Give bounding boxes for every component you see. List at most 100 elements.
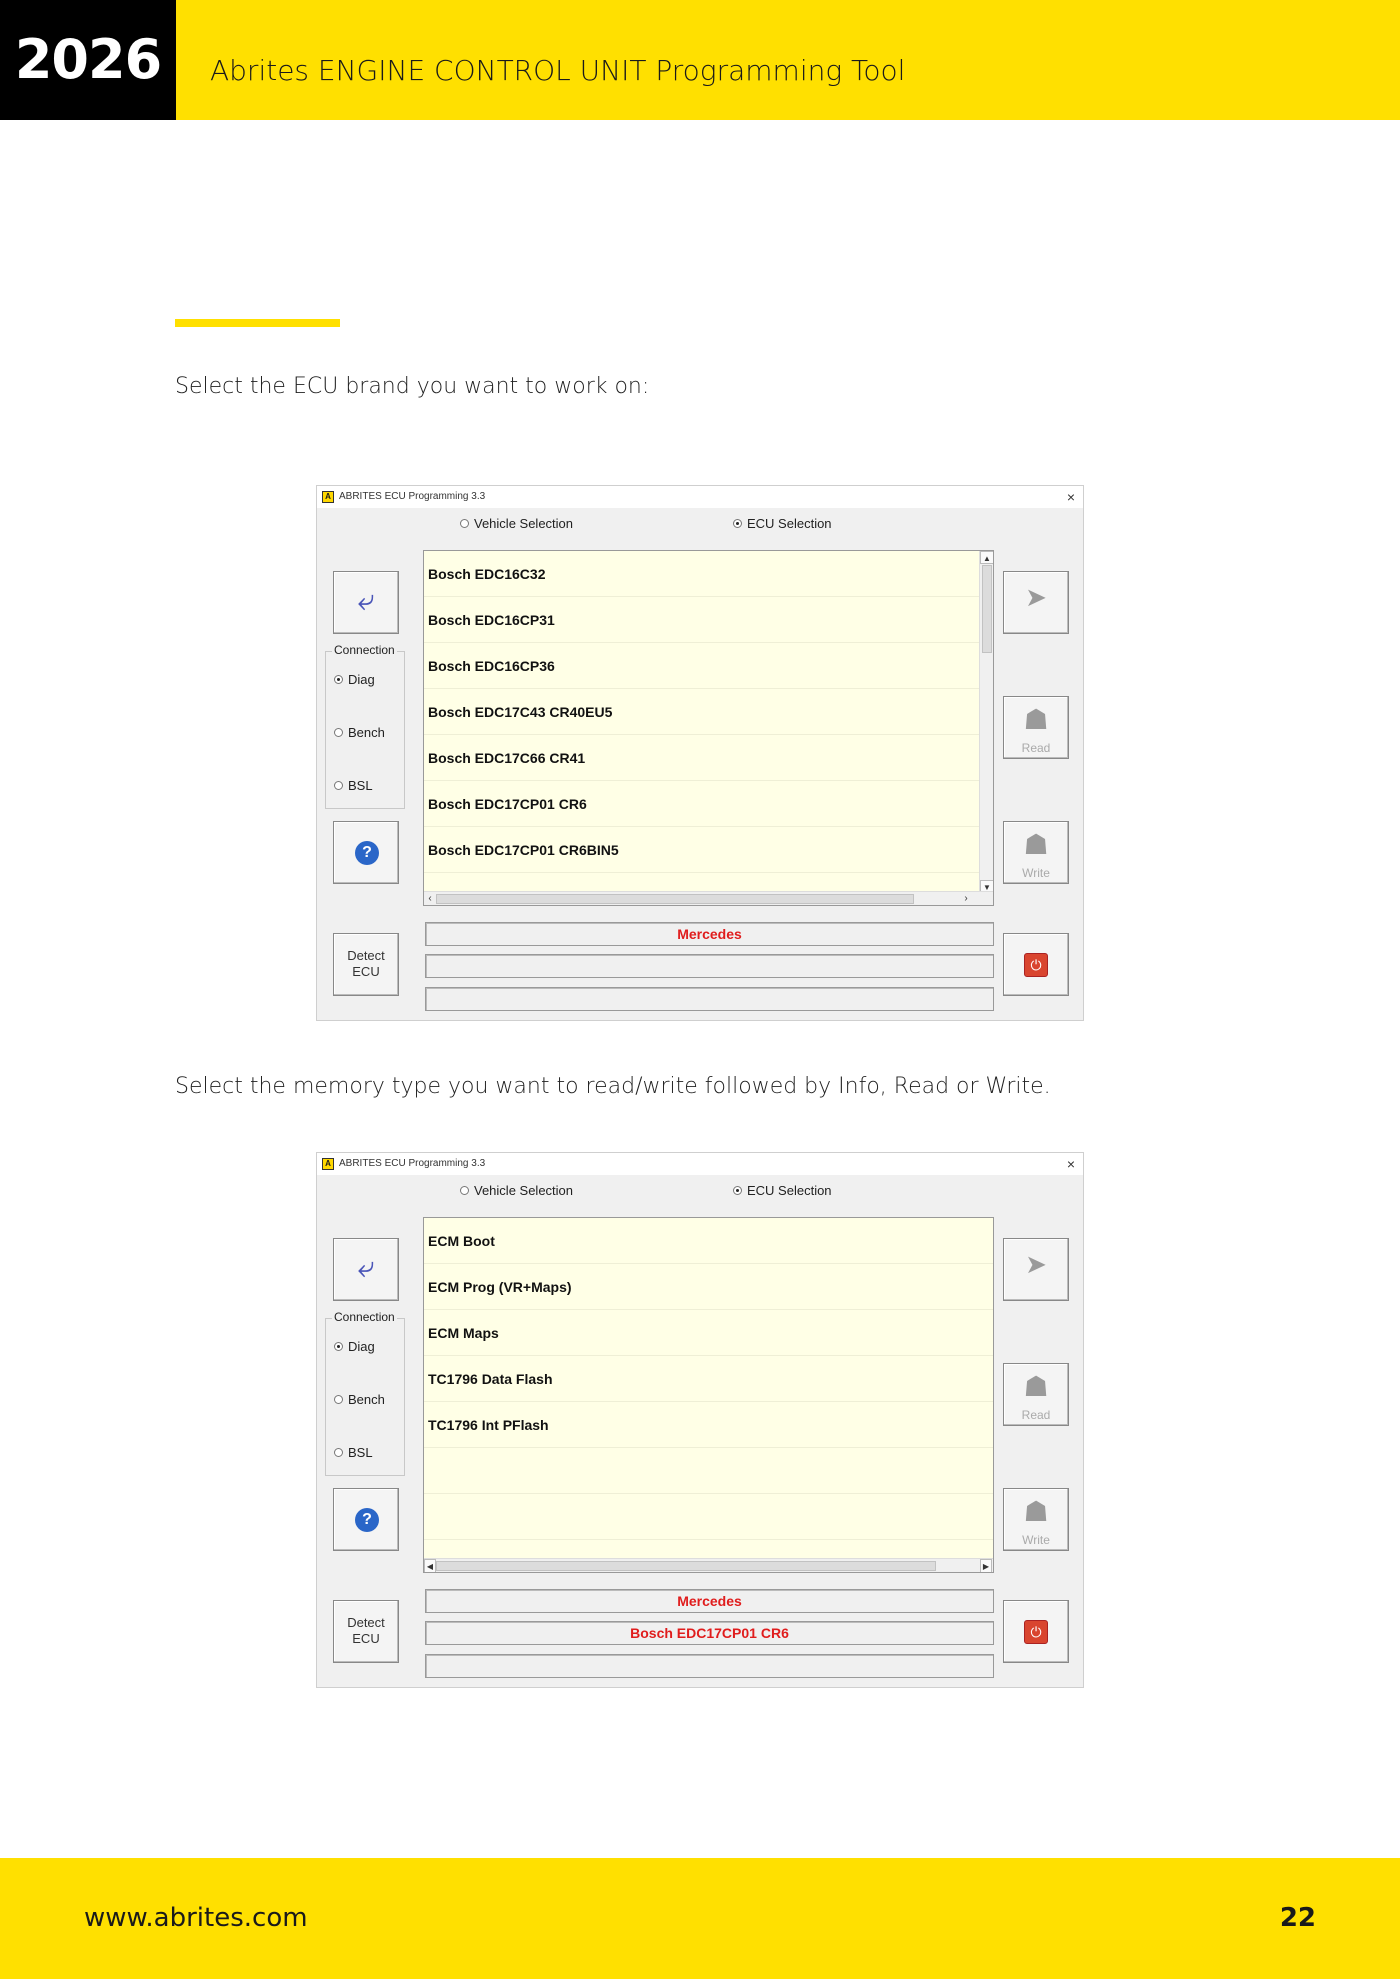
back-button[interactable]: ⤶ bbox=[333, 1238, 399, 1301]
radio-ecu-selection[interactable]: ECU Selection bbox=[733, 1183, 832, 1198]
list-item[interactable]: ECM Boot bbox=[424, 1218, 993, 1264]
radio-diag[interactable]: Diag bbox=[334, 1339, 375, 1354]
close-icon[interactable]: × bbox=[1067, 1153, 1075, 1175]
scroll-left-icon[interactable]: ‹ bbox=[424, 892, 436, 905]
radio-off-icon bbox=[334, 781, 343, 791]
status-field-ecu bbox=[425, 954, 994, 978]
ecu-window-brand: A ABRITES ECU Programming 3.3 × Vehicle … bbox=[316, 485, 1084, 1021]
write-button[interactable]: ☗ Write bbox=[1003, 821, 1069, 884]
list-item[interactable]: Bosch EDC17CP01 CR6BIN5 bbox=[424, 827, 993, 873]
scroll-up-icon[interactable]: ▲ bbox=[980, 551, 993, 564]
radio-on-icon bbox=[334, 675, 343, 685]
vertical-scrollbar[interactable]: ▲ ▼ bbox=[979, 551, 993, 893]
radio-off-icon bbox=[334, 1395, 343, 1405]
status-field-extra bbox=[425, 1654, 994, 1678]
window-titlebar: A ABRITES ECU Programming 3.3 × bbox=[317, 1153, 1083, 1175]
horizontal-scrollbar[interactable]: ◀ ▶ bbox=[424, 1558, 993, 1572]
page-footer: www.abrites.com 22 bbox=[0, 1858, 1400, 1979]
radio-bench[interactable]: Bench bbox=[334, 725, 385, 740]
forward-arrow-icon: ➤ bbox=[1025, 1249, 1047, 1279]
help-button[interactable]: ? bbox=[333, 821, 399, 884]
read-chip-icon: ☗ bbox=[1023, 1371, 1049, 1402]
read-button[interactable]: ☗ Read bbox=[1003, 696, 1069, 759]
list-item[interactable]: ECM Maps bbox=[424, 1310, 993, 1356]
scroll-right-icon[interactable]: ▶ bbox=[980, 1559, 992, 1572]
write-button[interactable]: ☗ Write bbox=[1003, 1488, 1069, 1551]
read-button[interactable]: ☗ Read bbox=[1003, 1363, 1069, 1426]
radio-on-icon bbox=[733, 1186, 742, 1196]
write-chip-icon: ☗ bbox=[1023, 829, 1049, 860]
caption-select-memory: Select the memory type you want to read/… bbox=[175, 1074, 1051, 1099]
ecu-window-memory: A ABRITES ECU Programming 3.3 × Vehicle … bbox=[316, 1152, 1084, 1688]
power-button[interactable]: ⏻ bbox=[1003, 933, 1069, 996]
radio-bench[interactable]: Bench bbox=[334, 1392, 385, 1407]
forward-button[interactable]: ➤ bbox=[1003, 571, 1069, 634]
radio-vehicle-selection[interactable]: Vehicle Selection bbox=[460, 1183, 573, 1198]
connection-group: Connection Diag Bench BSL bbox=[325, 1310, 405, 1476]
close-icon[interactable]: × bbox=[1067, 486, 1075, 508]
status-field-brand: Mercedes bbox=[425, 922, 994, 946]
connection-label: Connection bbox=[332, 1310, 397, 1324]
radio-off-icon bbox=[460, 519, 469, 529]
list-item[interactable]: TC1796 Data Flash bbox=[424, 1356, 993, 1402]
ecu-brand-list[interactable]: Bosch EDC16C32 Bosch EDC16CP31 Bosch EDC16… bbox=[423, 550, 994, 906]
footer-url[interactable]: www.abrites.com bbox=[84, 1858, 308, 1979]
scroll-thumb[interactable] bbox=[436, 1561, 936, 1571]
list-item[interactable]: Bosch EDC17C66 CR41 bbox=[424, 735, 993, 781]
status-field-brand: Mercedes bbox=[425, 1589, 994, 1613]
header-title: Abrites ENGINE CONTROL UNIT Programming … bbox=[210, 54, 906, 87]
help-button[interactable]: ? bbox=[333, 1488, 399, 1551]
list-item[interactable]: Bosch EDC17CP01 CR6 bbox=[424, 781, 993, 827]
power-icon: ⏻ bbox=[1024, 953, 1048, 977]
scroll-thumb[interactable] bbox=[436, 894, 914, 904]
scroll-left-icon[interactable]: ◀ bbox=[424, 1559, 436, 1572]
page-header: 2026 Abrites ENGINE CONTROL UNIT Program… bbox=[0, 0, 1400, 120]
radio-diag[interactable]: Diag bbox=[334, 672, 375, 687]
radio-bsl[interactable]: BSL bbox=[334, 1445, 373, 1460]
scroll-thumb[interactable] bbox=[982, 565, 992, 653]
list-item[interactable]: Bosch EDC16CP31 bbox=[424, 597, 993, 643]
list-item[interactable]: ECM Prog (VR+Maps) bbox=[424, 1264, 993, 1310]
power-button[interactable]: ⏻ bbox=[1003, 1600, 1069, 1663]
radio-on-icon bbox=[733, 519, 742, 529]
horizontal-scrollbar[interactable]: ‹ › bbox=[424, 891, 993, 905]
forward-button[interactable]: ➤ bbox=[1003, 1238, 1069, 1301]
list-item-empty bbox=[424, 1448, 993, 1494]
scroll-right-icon[interactable]: › bbox=[960, 892, 972, 905]
list-item[interactable]: Bosch EDC17C43 CR40EU5 bbox=[424, 689, 993, 735]
window-title: ABRITES ECU Programming 3.3 bbox=[339, 1158, 486, 1169]
radio-ecu-selection[interactable]: ECU Selection bbox=[733, 516, 832, 531]
status-field-extra bbox=[425, 987, 994, 1011]
page-number: 22 bbox=[1279, 1903, 1316, 1933]
radio-off-icon bbox=[334, 728, 343, 738]
accent-bar bbox=[175, 319, 340, 327]
detect-ecu-button[interactable]: Detect ECU bbox=[333, 933, 399, 996]
back-button[interactable]: ⤶ bbox=[333, 571, 399, 634]
radio-on-icon bbox=[334, 1342, 343, 1352]
radio-bsl[interactable]: BSL bbox=[334, 778, 373, 793]
power-icon: ⏻ bbox=[1024, 1620, 1048, 1644]
list-item[interactable]: Bosch EDC16CP36 bbox=[424, 643, 993, 689]
detect-ecu-button[interactable]: Detect ECU bbox=[333, 1600, 399, 1663]
window-title: ABRITES ECU Programming 3.3 bbox=[339, 491, 486, 502]
memory-type-list[interactable]: ECM Boot ECM Prog (VR+Maps) ECM Maps TC1796… bbox=[423, 1217, 994, 1573]
radio-off-icon bbox=[460, 1186, 469, 1196]
radio-vehicle-selection[interactable]: Vehicle Selection bbox=[460, 516, 573, 531]
abrites-logo-icon: A bbox=[322, 1158, 334, 1170]
abrites-logo-icon: A bbox=[322, 491, 334, 503]
list-item[interactable]: TC1796 Int PFlash bbox=[424, 1402, 993, 1448]
read-chip-icon: ☗ bbox=[1023, 704, 1049, 735]
list-item[interactable]: Bosch EDC16C32 bbox=[424, 551, 993, 597]
forward-arrow-icon: ➤ bbox=[1025, 582, 1047, 612]
connection-label: Connection bbox=[332, 643, 397, 657]
year-badge: 2026 bbox=[0, 0, 176, 120]
list-item-empty bbox=[424, 1494, 993, 1540]
connection-group: Connection Diag Bench BSL bbox=[325, 643, 405, 809]
back-arrow-icon: ⤶ bbox=[357, 584, 375, 617]
radio-off-icon bbox=[334, 1448, 343, 1458]
window-titlebar: A ABRITES ECU Programming 3.3 × bbox=[317, 486, 1083, 508]
caption-select-brand: Select the ECU brand you want to work on… bbox=[175, 374, 650, 399]
back-arrow-icon: ⤶ bbox=[357, 1251, 375, 1284]
write-chip-icon: ☗ bbox=[1023, 1496, 1049, 1527]
help-icon: ? bbox=[355, 841, 379, 865]
